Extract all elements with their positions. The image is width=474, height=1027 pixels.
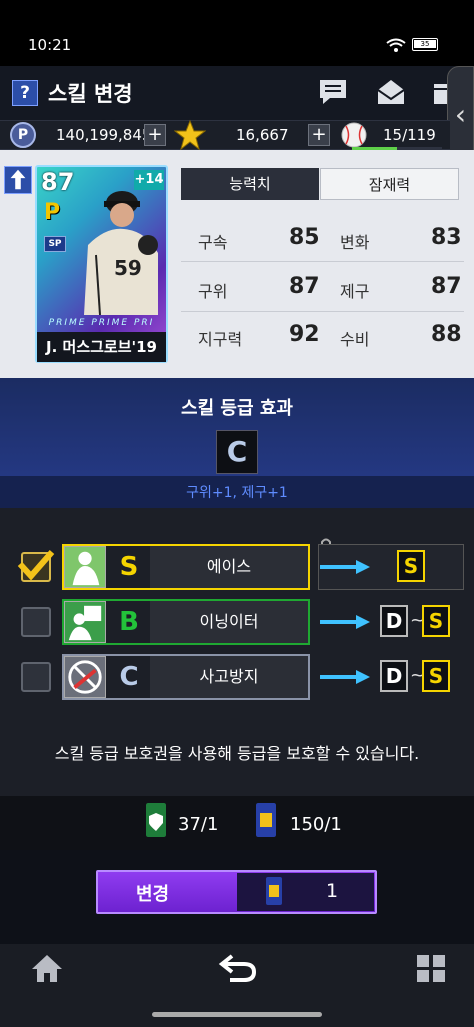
help-button[interactable]: ? (12, 80, 38, 106)
points-value: 140,199,845 (56, 126, 152, 144)
ace-pitcher-icon (64, 546, 106, 588)
change-button-label: 변경 (136, 884, 170, 905)
arrow-right-icon (320, 670, 370, 684)
stat-value: 83 (431, 225, 462, 250)
wifi-icon (386, 38, 406, 52)
grid-menu-icon[interactable] (414, 952, 448, 984)
arrow-right-icon (320, 560, 370, 574)
change-ticket-icon (266, 877, 282, 905)
stat-label: 제구 (340, 282, 370, 301)
effect-title: 스킬 등급 효과 (181, 398, 293, 419)
target-grade-max: S (422, 605, 450, 637)
skill-name: 이닝이터 (150, 601, 308, 643)
back-icon[interactable] (218, 952, 258, 984)
page-title: 스킬 변경 (48, 82, 133, 106)
chat-icon[interactable] (318, 78, 348, 106)
skill-name: 사고방지 (150, 656, 308, 698)
tab-ability[interactable]: 능력치 (181, 168, 319, 200)
protect-ticket-count: 37/1 (178, 814, 219, 835)
checkmark-icon (17, 550, 55, 581)
skill-name: 에이스 (150, 546, 308, 588)
card-overall: 87 (41, 168, 75, 196)
card-series: PRIME PRIME PRI (48, 318, 155, 328)
stat-value: 87 (289, 274, 320, 299)
target-grade-min: D (380, 605, 408, 637)
tab-potential[interactable]: 잠재력 (320, 168, 459, 200)
arrow-right-icon (320, 615, 370, 629)
skill-grade: C (119, 662, 139, 692)
system-home-indicator[interactable] (152, 1012, 322, 1017)
upgrade-icon[interactable] (4, 166, 32, 194)
card-type-badge: SP (44, 236, 66, 252)
add-points-button[interactable]: + (144, 124, 166, 146)
change-ticket-count: 150/1 (290, 814, 342, 835)
stat-label: 구위 (198, 282, 228, 301)
svg-text:59: 59 (114, 256, 142, 280)
card-enhance-level: +14 (134, 170, 164, 190)
target-grade-max: S (422, 660, 450, 692)
player-name: J. 머스그로브'19 (37, 332, 166, 362)
add-stars-button[interactable]: + (308, 124, 330, 146)
stat-value: 92 (289, 322, 320, 347)
change-cost: 1 (326, 880, 339, 902)
skill-checkbox[interactable] (21, 607, 51, 637)
player-image: 59 (84, 191, 158, 315)
stat-value: 88 (431, 322, 462, 347)
change-cost-panel (237, 873, 374, 911)
inning-eater-icon (64, 601, 106, 643)
stat-label: 구속 (198, 233, 228, 252)
mail-icon[interactable] (376, 78, 406, 106)
stars-value: 16,667 (236, 126, 289, 144)
status-bar (0, 0, 474, 66)
point-coin-icon: P (10, 122, 36, 148)
target-grade-min: D (380, 660, 408, 692)
effect-grade: C (216, 430, 258, 474)
baseball-icon (341, 122, 367, 148)
effect-description: 구위+1, 제구+1 (186, 485, 288, 501)
stat-value: 87 (431, 274, 462, 299)
ticket-bar (0, 796, 474, 850)
stat-value: 85 (289, 225, 320, 250)
change-ticket-icon (256, 803, 276, 837)
menu-icon[interactable] (432, 78, 448, 106)
battery-icon: 35 (412, 38, 438, 51)
skill-grade: S (119, 552, 139, 582)
stat-label: 지구력 (198, 330, 243, 349)
skill-checkbox[interactable] (21, 662, 51, 692)
star-icon (174, 119, 206, 151)
team-logo-icon: P (44, 200, 61, 225)
skill-grade: B (119, 607, 139, 637)
status-time: 10:21 (28, 36, 72, 54)
protect-ticket-icon (146, 803, 166, 837)
stat-label: 변화 (340, 233, 370, 252)
target-grade: S (397, 550, 425, 582)
stat-label: 수비 (340, 330, 370, 349)
accident-prevention-icon (64, 656, 106, 698)
protection-notice: 스킬 등급 보호권을 사용해 등급을 보호할 수 있습니다. (54, 744, 420, 763)
home-icon[interactable] (30, 952, 64, 984)
stamina-value: 15/119 (383, 126, 436, 144)
